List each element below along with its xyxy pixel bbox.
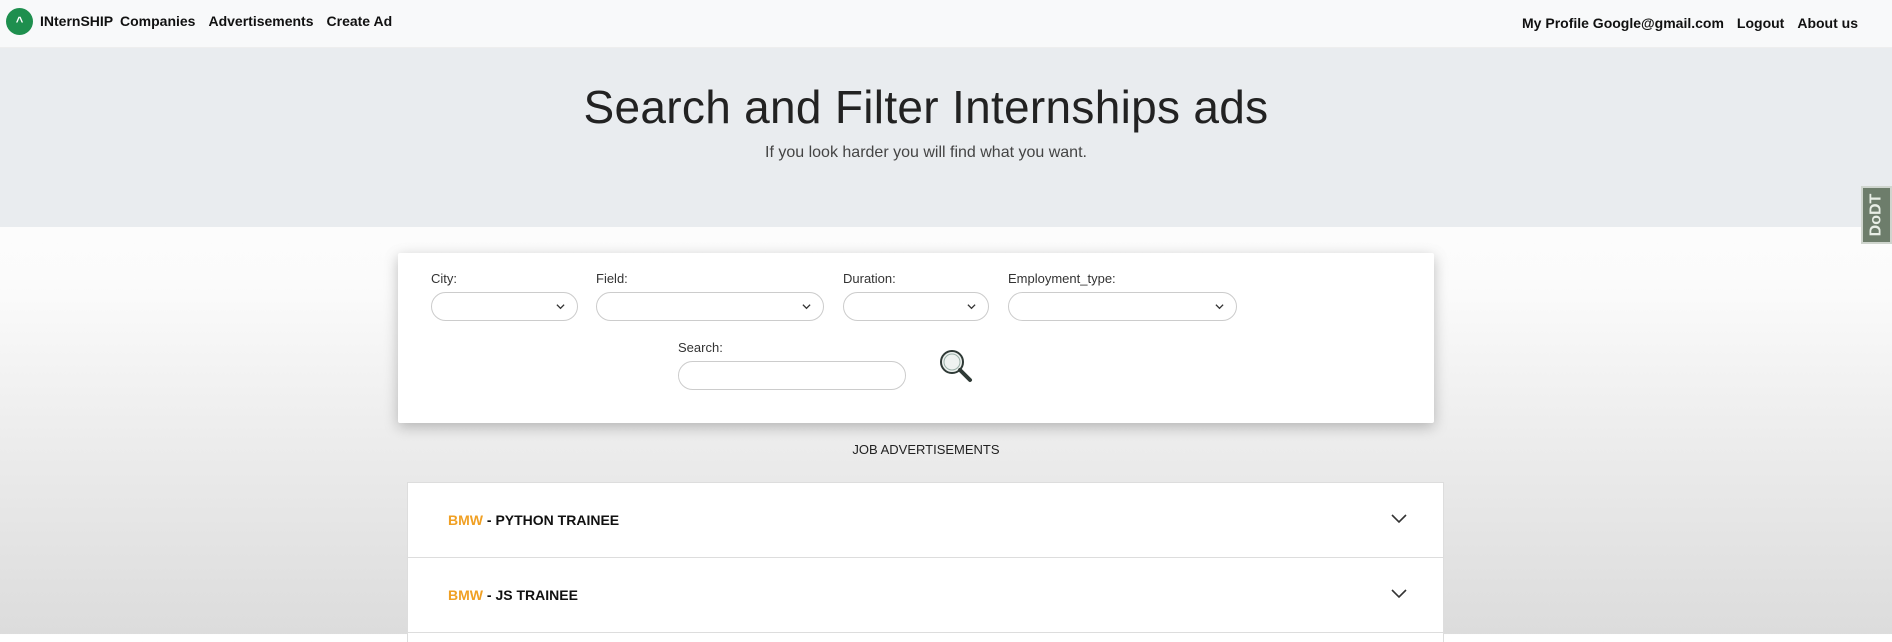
chevron-down-icon	[1215, 304, 1224, 310]
city-filter: City:	[431, 271, 578, 321]
search-label: Search:	[678, 340, 723, 355]
field-select[interactable]	[596, 292, 824, 321]
duration-select[interactable]	[843, 292, 989, 321]
job-ad-separator: -	[483, 512, 496, 528]
nav-advertisements[interactable]: Advertisements	[208, 13, 313, 29]
page-title: Search and Filter Internships ads	[583, 81, 1269, 133]
nav-companies[interactable]: Companies	[120, 13, 195, 29]
chevron-down-icon	[556, 304, 565, 310]
employment-type-label: Employment_type:	[1008, 271, 1116, 286]
nav-logout[interactable]: Logout	[1737, 15, 1784, 31]
side-widget-tab[interactable]: DoDT	[1861, 186, 1892, 244]
nav-my-profile[interactable]: My Profile Google@gmail.com	[1522, 15, 1724, 31]
city-label: City:	[431, 271, 457, 286]
city-select[interactable]	[431, 292, 578, 321]
brand-link[interactable]: INternSHIP	[40, 13, 113, 29]
duration-label: Duration:	[843, 271, 896, 286]
page-subtitle: If you look harder you will find what yo…	[765, 144, 1087, 161]
job-ad-separator: -	[483, 587, 496, 603]
job-ad-company: BMW	[448, 512, 483, 528]
chevron-down-icon	[802, 304, 811, 310]
nav-create-ad[interactable]: Create Ad	[327, 13, 393, 29]
employment-type-select[interactable]	[1008, 292, 1237, 321]
nav-right: My Profile Google@gmail.com Logout About…	[1522, 15, 1858, 31]
job-ad-title: BMW - PYTHON TRAINEE	[448, 512, 619, 528]
chevron-down-icon[interactable]	[1391, 588, 1407, 600]
search-filter: Search:	[678, 340, 906, 390]
job-ad-company: BMW	[448, 587, 483, 603]
logo-icon[interactable]: ^	[6, 8, 33, 35]
job-ad-item[interactable]: BMW - JS TRAINEE	[408, 558, 1443, 633]
nav-about-us[interactable]: About us	[1797, 15, 1858, 31]
job-ads-list: BMW - PYTHON TRAINEE BMW - JS TRAINEE	[407, 482, 1444, 642]
chevron-down-icon[interactable]	[1391, 513, 1407, 525]
hero-banner: Search and Filter Internships ads If you…	[0, 48, 1892, 227]
navbar: ^ INternSHIP Companies Advertisements Cr…	[0, 0, 1892, 48]
duration-filter: Duration:	[843, 271, 989, 321]
job-ad-position: JS TRAINEE	[495, 587, 578, 603]
employment-type-filter: Employment_type:	[1008, 271, 1237, 321]
filter-card: City: Field: Duration: Employment_type: …	[398, 253, 1434, 423]
field-label: Field:	[596, 271, 628, 286]
job-ad-position: PYTHON TRAINEE	[495, 512, 620, 528]
search-input[interactable]	[678, 361, 906, 390]
field-filter: Field:	[596, 271, 824, 321]
job-ad-title: BMW - JS TRAINEE	[448, 587, 578, 603]
job-ad-item[interactable]: BMW - PYTHON TRAINEE	[408, 483, 1443, 558]
search-icon[interactable]	[938, 348, 974, 384]
side-widget-label: DoDT	[1867, 193, 1885, 237]
job-ads-heading: JOB ADVERTISEMENTS	[852, 442, 1000, 457]
nav-left: Companies Advertisements Create Ad	[120, 13, 392, 29]
chevron-down-icon	[967, 304, 976, 310]
